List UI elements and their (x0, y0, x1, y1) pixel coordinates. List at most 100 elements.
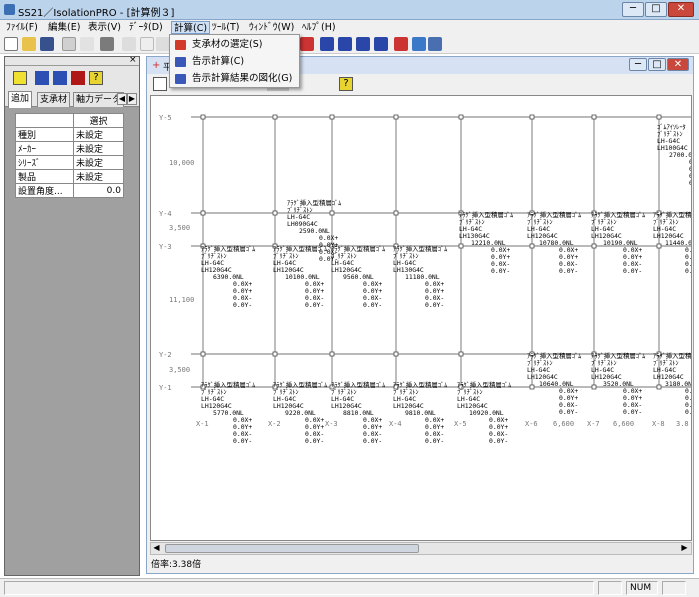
menu-item-2[interactable]: 表示(V) (88, 21, 121, 34)
plan-drawing[interactable]: Y-5 Y-4 Y-3 Y-2 Y-1 X-1 X-2 X-3 X-4 X-5 X-6 X-7 X-8 1… (151, 96, 692, 541)
menu-item-1[interactable]: 編集(E) (48, 21, 80, 34)
bars-tool-icon[interactable] (71, 71, 85, 85)
menu-item-icon (175, 40, 186, 50)
bearing-label: ｱﾗｸﾞ挿入型積層ｺﾞﾑﾌﾞﾘﾁﾞｽﾄﾝ LH-G4C LH120G4C 5770.0… (201, 380, 256, 445)
column-icon[interactable] (356, 37, 370, 51)
bearing-label: ｺﾞﾑｱｲｿﾚｰﾀﾌﾞﾘﾁﾞｽﾄﾝLH-G4CLH100G4C2700.0NL0… (657, 123, 692, 187)
menu-item-7[interactable]: ﾍﾙﾌﾟ(H) (302, 21, 336, 34)
beam-icon[interactable] (320, 37, 334, 51)
select-tool-icon[interactable] (13, 71, 27, 85)
grid-node (200, 351, 206, 357)
row-value[interactable]: 0.0 (73, 183, 124, 198)
axis-label-x: X-7 (587, 420, 600, 428)
paste-icon[interactable] (156, 37, 170, 51)
row-value[interactable]: 未設定 (73, 141, 124, 156)
row-label: 種別 (15, 127, 74, 142)
status-message (4, 581, 594, 595)
help-icon[interactable]: ? (339, 77, 353, 91)
graph-icon[interactable] (428, 37, 442, 51)
menu-item-5[interactable]: ﾂｰﾙ(T) (212, 21, 239, 34)
minimize-button[interactable]: ─ (622, 2, 644, 17)
tab-add[interactable]: 追加 (8, 91, 33, 108)
horizontal-scrollbar[interactable]: ◀ ▶ (150, 542, 692, 555)
undo-icon[interactable] (62, 37, 76, 51)
title-bar: SS21／IsolationPRO - [計算例３] ─ □ ✕ (0, 0, 699, 20)
calc-icon[interactable] (394, 37, 408, 51)
span-dimension: 3,500 (169, 366, 190, 374)
panel-close-icon[interactable]: × (129, 55, 137, 65)
bearing-label-line: 0.0Y- (363, 437, 382, 445)
menu-item-6[interactable]: ｳｨﾝﾄﾞｳ(W) (249, 21, 294, 34)
doc-minimize-button[interactable]: ─ (629, 58, 647, 71)
tab-bearing[interactable]: 支承材 (37, 92, 71, 107)
bearing-label-line: 0.0Y- (559, 267, 578, 275)
row-label: 設置角度... (15, 183, 74, 198)
calc-menu-item-2[interactable]: 告示計算結果の図化(G) (172, 71, 298, 87)
tab-scroll-left-icon[interactable]: ◀ (117, 93, 127, 105)
bearing-label: ｱﾗｸﾞ挿入型積層ｺﾞﾑﾌﾞﾘﾁﾞｽﾄﾝ LH-G4C LH120G4C 10920.… (457, 380, 512, 445)
span-dimension: 11,100 (169, 296, 194, 304)
scroll-right-icon[interactable]: ▶ (679, 543, 690, 554)
axis-label-x: X-4 (389, 420, 402, 428)
open-folder-icon[interactable] (22, 37, 36, 51)
redo-icon[interactable] (80, 37, 94, 51)
new-file-icon[interactable] (4, 37, 18, 51)
bearing-select-toolbar-icon[interactable] (300, 37, 314, 51)
plan-canvas[interactable]: Y-5 Y-4 Y-3 Y-2 Y-1 X-1 X-2 X-3 X-4 X-5 X-6 X-7 X-8 1… (150, 95, 692, 541)
help-tool-icon[interactable]: ? (89, 71, 103, 85)
bearing-label: ｱﾗｸﾞ挿入型積層ｺﾞﾑﾌﾞﾘﾁﾞｽﾄﾝ LH-G4C LH120G4C 10780.… (527, 210, 582, 275)
copy-icon[interactable] (140, 37, 154, 51)
row-value[interactable]: 未設定 (73, 127, 124, 142)
calc-menu-item-0[interactable]: 支承材の選定(S) (172, 37, 298, 53)
row-value[interactable]: 未設定 (73, 155, 124, 170)
close-button[interactable]: ✕ (668, 2, 694, 17)
span-dimension: 6,600 (613, 420, 634, 428)
insert-tool-icon[interactable] (35, 71, 49, 85)
delete-tool-icon[interactable] (53, 71, 67, 85)
axis-label-x: X-3 (325, 420, 338, 428)
grid-node (591, 243, 597, 249)
panel-tabs: 追加 支承材 軸力データ ◀ ▶ (5, 90, 139, 108)
left-panel: × ? 追加 支承材 軸力データ ◀ ▶ 選択 種別 未設定 ﾒｰｶｰ 未設定 ｼﾘ… (4, 55, 140, 576)
bearing-label-line: 0.0Y- (425, 437, 444, 445)
menu-item-0[interactable]: ﾌｧｲﾙ(F) (6, 21, 38, 34)
bearing-label-line: 0.0Y- (491, 267, 510, 275)
save-icon[interactable] (40, 37, 54, 51)
row-label: 製品 (15, 169, 74, 184)
bearing-label-line: 0.0Y- (685, 267, 692, 275)
row-label: ｼﾘｰｽﾞ (15, 155, 74, 170)
menu-item-4[interactable]: 計算(C) (171, 21, 211, 34)
zoom-icon[interactable] (153, 77, 167, 91)
bearing-label-line: 0.0Y- (425, 301, 444, 309)
axis-label-y: Y-5 (159, 114, 172, 122)
grid-node (591, 114, 597, 120)
row-label: ﾒｰｶｰ (15, 141, 74, 156)
menu-item-label: 告示計算結果の図化(G) (192, 73, 293, 84)
grid-node (329, 210, 335, 216)
bearing-label-line: 0.0Y- (363, 301, 382, 309)
bearing-label-line: 0.0Y- (559, 408, 578, 416)
scroll-thumb[interactable] (165, 544, 419, 553)
grid-node (656, 243, 662, 249)
menu-item-label: 告示計算(C) (192, 56, 245, 67)
axis-label-x: X-8 (652, 420, 665, 428)
menu-item-3[interactable]: ﾃﾞｰﾀ(D) (129, 21, 163, 34)
row-value[interactable]: 未設定 (73, 169, 124, 184)
chart-icon[interactable] (412, 37, 426, 51)
window-title: SS21／IsolationPRO - [計算例３] (18, 8, 175, 19)
calc-menu-item-1[interactable]: 告示計算(C) (172, 54, 298, 70)
bearing-label: ｱﾗｸﾞ挿入型積層ｺﾞﾑﾌﾞﾘﾁﾞｽﾄﾝ LH-G4C LH130G4C 12210.… (459, 210, 514, 275)
scroll-left-icon[interactable]: ◀ (151, 543, 162, 554)
print-icon[interactable] (100, 37, 114, 51)
wall-icon[interactable] (374, 37, 388, 51)
menu-item-icon (175, 74, 186, 84)
axis-label-x: X-2 (268, 420, 281, 428)
bearing-label: ｱﾗｸﾞ挿入型積層ｺﾞﾑﾌﾞﾘﾁﾞｽﾄﾝ LH-G4C LH120G4C 9810.0… (393, 380, 448, 445)
maximize-button[interactable]: □ (645, 2, 667, 17)
tab-scroll-right-icon[interactable]: ▶ (127, 93, 137, 105)
doc-restore-button[interactable]: □ (648, 58, 666, 71)
doc-close-button[interactable]: ✕ (667, 58, 689, 71)
grid-node (458, 243, 464, 249)
cut-icon[interactable] (122, 37, 136, 51)
brace-icon[interactable] (338, 37, 352, 51)
